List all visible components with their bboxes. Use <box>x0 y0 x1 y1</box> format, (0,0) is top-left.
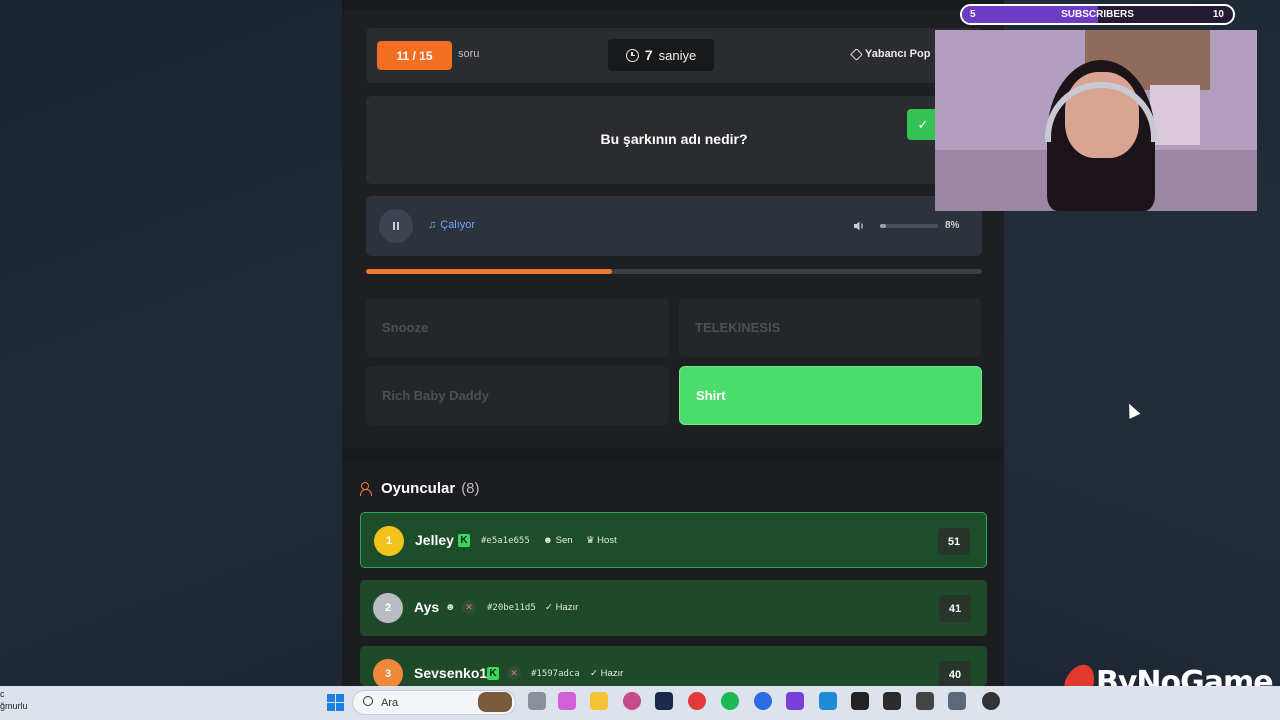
search-icon <box>363 696 373 706</box>
copilot-icon[interactable] <box>558 692 576 710</box>
vscode-icon[interactable] <box>819 692 837 710</box>
players-title: Oyuncular <box>381 480 456 497</box>
task-view-icon[interactable] <box>528 692 546 710</box>
tag-icon <box>850 47 863 61</box>
person-icon: ☻ <box>445 602 456 613</box>
volume-slider-fill <box>880 224 886 228</box>
rank-badge: 1 <box>374 526 404 556</box>
browser-icon[interactable] <box>623 692 641 710</box>
kick-player-icon[interactable]: ✕ <box>462 600 476 614</box>
pause-button[interactable] <box>379 209 413 243</box>
person-icon: ☻ <box>543 535 553 546</box>
category-label: Yabancı Pop <box>850 47 931 61</box>
file-explorer-icon[interactable] <box>590 692 608 710</box>
players-heading: Oyuncular (8) <box>360 480 480 497</box>
player-score: 40 <box>939 661 971 688</box>
answer-option-1[interactable]: Snooze <box>366 298 669 357</box>
question-text: Bu şarkının adı nedir? <box>600 131 748 147</box>
desktop-background-left <box>0 0 342 686</box>
weather-widget[interactable]: c ğmurlu <box>0 688 28 712</box>
volume-percent: 8% <box>945 220 960 231</box>
player-row[interactable]: 2 Ays ☻ ✕ #20be11d5 ✓ Hazır 41 <box>360 580 987 636</box>
spotify-icon[interactable] <box>721 692 739 710</box>
obs-icon[interactable] <box>982 692 1000 710</box>
search-highlight-image <box>478 692 512 712</box>
player-row[interactable]: 3 Sevsenko1 K ✕ #1597adca ✓ Hazır 40 <box>360 646 987 689</box>
app-icon[interactable] <box>688 692 706 710</box>
player-id: #e5a1e655 <box>481 536 530 546</box>
volume-slider[interactable] <box>880 224 938 228</box>
answer-option-3[interactable]: Rich Baby Daddy <box>366 366 669 425</box>
users-icon <box>360 481 375 496</box>
player-name: Sevsenko1 <box>414 665 488 681</box>
crown-icon: ♛ <box>586 535 595 546</box>
kick-player-icon[interactable]: ✕ <box>507 666 521 680</box>
host-tag: ♛ Host <box>586 535 617 546</box>
k-badge-icon: K <box>458 534 470 547</box>
rank-badge: 2 <box>373 593 403 623</box>
timer-value: 7 <box>644 47 653 63</box>
app-icon[interactable] <box>948 692 966 710</box>
steam-icon[interactable] <box>655 692 673 710</box>
subscriber-goal-bar: 5 SUBSCRIBERS 10 <box>960 4 1235 25</box>
subscriber-label: SUBSCRIBERS <box>1061 9 1134 20</box>
app-icon[interactable] <box>916 692 934 710</box>
timer-unit: saniye <box>658 47 697 63</box>
ready-tag: ✓ Hazır <box>590 668 624 679</box>
answer-option-2[interactable]: TELEKINESIS <box>679 298 982 357</box>
windows-start-icon[interactable] <box>327 694 344 711</box>
k-badge-icon: K <box>487 667 499 680</box>
ready-tag: ✓ Hazır <box>545 602 579 613</box>
rank-badge: 3 <box>373 659 403 689</box>
players-count: (8) <box>461 480 480 497</box>
song-progress-fill <box>366 269 613 274</box>
countdown-timer: 7 saniye <box>608 39 714 71</box>
epic-games-icon[interactable] <box>883 692 901 710</box>
answer-option-4[interactable]: Shirt <box>679 366 982 425</box>
question-counter: 11 / 15 <box>377 41 452 70</box>
player-row[interactable]: 1 Jelley K #e5a1e655 ☻ Sen ♛ Host 51 <box>360 512 987 568</box>
player-score: 41 <box>939 595 971 622</box>
player-id: #20be11d5 <box>487 603 536 613</box>
player-id: #1597adca <box>531 669 580 679</box>
player-name: Jelley <box>415 532 454 548</box>
player-name: Ays <box>414 599 440 615</box>
you-tag: ☻ Sen <box>543 535 573 546</box>
player-score: 51 <box>938 528 970 555</box>
volume-icon[interactable] <box>852 219 866 233</box>
subscriber-goal: 10 <box>1212 9 1224 20</box>
app-icon[interactable] <box>754 692 772 710</box>
category-text: Yabancı Pop <box>865 48 931 60</box>
check-circle-icon: ✓ <box>590 668 598 679</box>
check-circle-icon: ✓ <box>545 602 553 613</box>
webcam-overlay <box>935 30 1257 211</box>
music-note-icon: ♫ <box>428 219 437 231</box>
pause-icon <box>393 222 395 230</box>
notion-icon[interactable] <box>851 692 869 710</box>
playback-status: ♫ Çalıyor <box>428 219 475 231</box>
clock-icon <box>625 48 639 62</box>
intellij-icon[interactable] <box>786 692 804 710</box>
question-counter-label: soru <box>458 48 480 60</box>
playback-status-text: Çalıyor <box>440 219 476 231</box>
